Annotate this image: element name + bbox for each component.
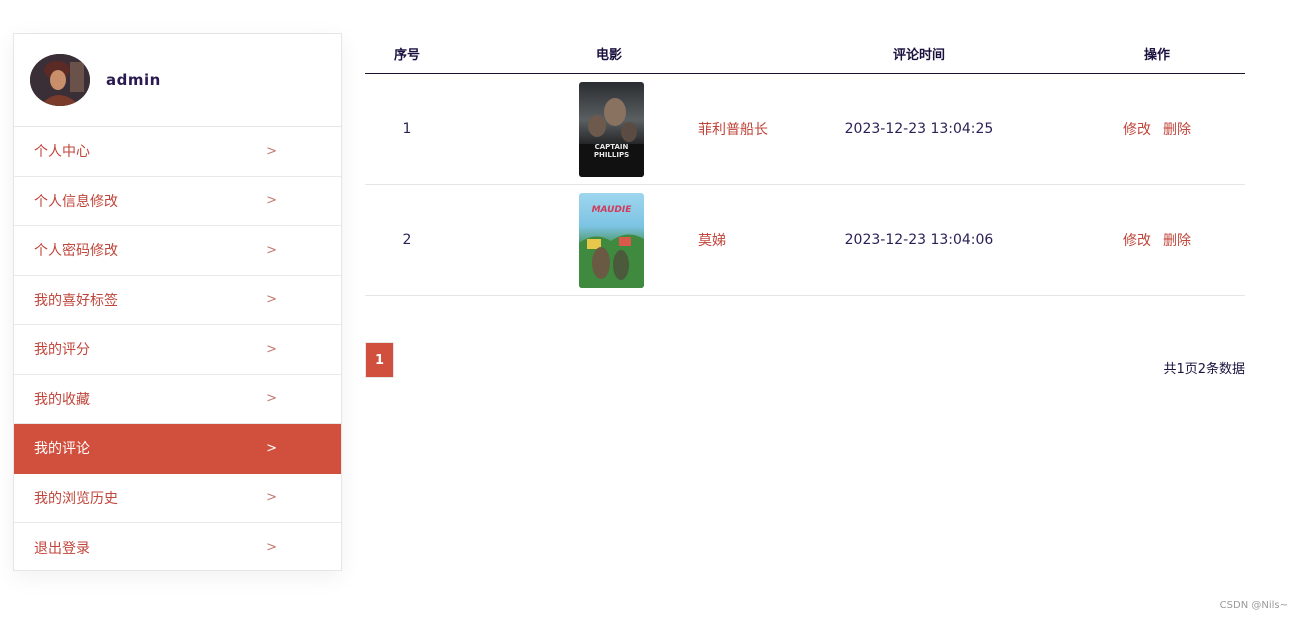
chevron-right-icon: > — [266, 391, 277, 407]
row-index: 1 — [402, 121, 412, 137]
sidebar-item-label: 我的浏览历史 — [34, 490, 118, 507]
comments-table: 序号 电影 评论时间 操作 1 CAPTAIN PHILLIPS 菲利普船长 2… — [365, 33, 1245, 296]
movie-cell: MAUDIE 莫娣 — [449, 192, 769, 288]
chevron-right-icon: > — [266, 292, 277, 308]
sidebar-item-label: 退出登录 — [34, 540, 90, 557]
movie-cell: CAPTAIN PHILLIPS 菲利普船长 — [449, 81, 769, 177]
sidebar-item-logout[interactable]: 退出登录 > — [14, 523, 341, 573]
chevron-right-icon: > — [266, 242, 277, 258]
chevron-right-icon: > — [266, 143, 277, 159]
sidebar-item-label: 个人中心 — [34, 144, 90, 161]
row-actions: 修改 删除 — [1069, 119, 1245, 139]
sidebar-item-my-comments[interactable]: 我的评论 > — [14, 424, 341, 474]
sidebar-item-label: 个人信息修改 — [34, 193, 118, 210]
user-sidebar: admin 个人中心 > 个人信息修改 > 个人密码修改 > 我的喜好标签 > … — [13, 33, 342, 571]
chevron-right-icon: > — [266, 490, 277, 506]
table-header: 序号 电影 评论时间 操作 — [365, 33, 1245, 74]
sidebar-item-label: 我的收藏 — [34, 391, 90, 408]
avatar[interactable] — [30, 54, 90, 106]
sidebar-item-label: 我的评论 — [34, 441, 90, 458]
profile-header: admin — [14, 34, 341, 127]
sidebar-item-my-favorites[interactable]: 我的收藏 > — [14, 375, 341, 424]
sidebar-item-personal-center[interactable]: 个人中心 > — [14, 127, 341, 177]
edit-button[interactable]: 修改 — [1123, 230, 1151, 250]
pagination: 1 共1页2条数据 — [365, 342, 1245, 378]
sidebar-item-edit-profile[interactable]: 个人信息修改 > — [14, 177, 341, 226]
chevron-right-icon: > — [266, 193, 277, 209]
movie-title-link[interactable]: 菲利普船长 — [698, 119, 768, 139]
movie-poster[interactable]: CAPTAIN PHILLIPS — [579, 81, 644, 177]
sidebar-item-preference-tags[interactable]: 我的喜好标签 > — [14, 276, 341, 325]
comment-time: 2023-12-23 13:04:06 — [844, 232, 994, 248]
header-time: 评论时间 — [892, 47, 945, 63]
table-row: 1 CAPTAIN PHILLIPS 菲利普船长 2023-12-23 13:0… — [365, 74, 1245, 185]
sidebar-item-label: 我的喜好标签 — [34, 292, 118, 309]
sidebar-item-my-ratings[interactable]: 我的评分 > — [14, 325, 341, 375]
chevron-right-icon: > — [266, 341, 277, 357]
movie-poster[interactable]: MAUDIE — [579, 192, 644, 288]
comment-time: 2023-12-23 13:04:25 — [844, 121, 994, 137]
row-index: 2 — [402, 232, 412, 248]
table-row: 2 MAUDIE 莫娣 2023-12-23 13:04:06 修改 删除 — [365, 185, 1245, 296]
username: admin — [106, 71, 161, 89]
sidebar-item-label: 个人密码修改 — [34, 243, 118, 260]
edit-button[interactable]: 修改 — [1123, 119, 1151, 139]
chevron-right-icon: > — [266, 440, 277, 456]
sidebar-item-browse-history[interactable]: 我的浏览历史 > — [14, 474, 341, 523]
delete-button[interactable]: 删除 — [1163, 230, 1191, 250]
sidebar-item-label: 我的评分 — [34, 342, 90, 359]
poster-title: CAPTAIN PHILLIPS — [593, 142, 630, 159]
delete-button[interactable]: 删除 — [1163, 119, 1191, 139]
header-index: 序号 — [393, 47, 420, 63]
sidebar-menu: 个人中心 > 个人信息修改 > 个人密码修改 > 我的喜好标签 > 我的评分 >… — [14, 127, 341, 573]
page-button-current[interactable]: 1 — [365, 342, 394, 378]
pagination-summary: 共1页2条数据 — [1163, 362, 1245, 377]
watermark: CSDN @Nils~ — [1219, 600, 1288, 611]
header-movie: 电影 — [595, 47, 622, 63]
poster-title: MAUDIE — [591, 204, 632, 215]
header-ops: 操作 — [1143, 47, 1170, 63]
sidebar-item-change-password[interactable]: 个人密码修改 > — [14, 226, 341, 276]
row-actions: 修改 删除 — [1069, 230, 1245, 250]
movie-title-link[interactable]: 莫娣 — [698, 230, 726, 250]
chevron-right-icon: > — [266, 540, 277, 556]
